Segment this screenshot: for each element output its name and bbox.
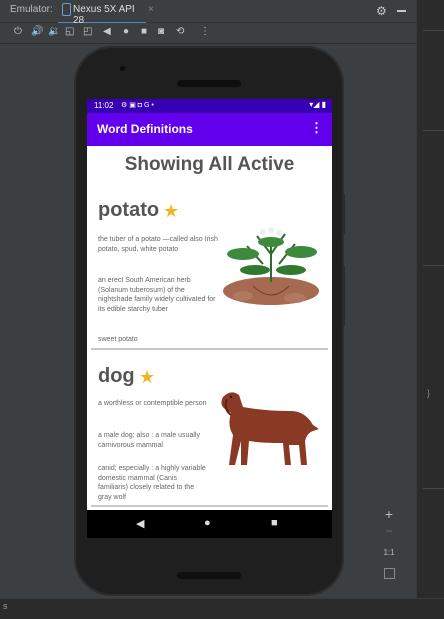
- definition-text: the tuber of a potato —called also Irish…: [98, 236, 218, 253]
- app-title: Word Definitions: [97, 122, 193, 136]
- nav-home-icon[interactable]: ●: [204, 517, 211, 529]
- rotate-right-icon[interactable]: ◰: [83, 26, 92, 37]
- device-tab[interactable]: Nexus 5X API 28 ×: [58, 0, 154, 26]
- status-text: s: [3, 601, 8, 611]
- favorite-star-icon[interactable]: ★: [163, 201, 179, 222]
- potato-plant-image: [213, 224, 325, 312]
- favorite-star-icon[interactable]: ★: [139, 367, 155, 388]
- status-notification-icons: ⚙ ▣ ◘ G •: [121, 102, 154, 109]
- tab-close-icon[interactable]: ×: [148, 4, 154, 15]
- back-icon[interactable]: ◀: [103, 26, 111, 37]
- minimize-icon[interactable]: [397, 10, 406, 12]
- word-title: dog: [98, 365, 135, 387]
- app-bar: Word Definitions ⋮: [87, 113, 332, 146]
- definition-text: a worthless or contemptible person: [98, 400, 207, 407]
- word-card[interactable]: potato ★ the tuber of a potato —called a…: [91, 188, 328, 350]
- zoom-icon[interactable]: ⟲: [176, 26, 184, 37]
- volume-down-icon[interactable]: 🔉: [48, 26, 60, 37]
- settings-gear-icon[interactable]: ⚙: [376, 4, 387, 18]
- android-nav-bar: ◀ ● ■: [87, 510, 332, 538]
- overview-icon[interactable]: ■: [141, 26, 147, 37]
- definition-text: canid; especially : a highly variable do…: [98, 465, 206, 501]
- nav-recents-icon[interactable]: ■: [271, 517, 278, 529]
- android-status-bar: 11:02 ⚙ ▣ ◘ G • ▾◢ ▮: [87, 99, 332, 113]
- dog-illustration-image: [209, 385, 325, 475]
- device-screen: 11:02 ⚙ ▣ ◘ G • ▾◢ ▮ Word Definitions ⋮ …: [87, 99, 332, 538]
- word-title: potato: [98, 199, 160, 221]
- emulator-toolbar: ⏻ 🔊 🔉 ◱ ◰ ◀ ● ■ ◙ ⟲ ⋮: [0, 23, 416, 43]
- volume-side-button[interactable]: [342, 266, 345, 326]
- volume-up-icon[interactable]: 🔊: [31, 26, 43, 37]
- camera-icon[interactable]: ◙: [158, 26, 164, 37]
- definition-text: a male dog; also : a male usually carniv…: [98, 432, 200, 449]
- emulator-tab-bar: Emulator: Nexus 5X API 28 × ⚙: [0, 0, 444, 26]
- zoom-ratio[interactable]: 1:1: [376, 548, 402, 557]
- status-time: 11:02: [94, 101, 114, 110]
- top-speaker: [177, 80, 241, 87]
- power-icon[interactable]: ⏻: [14, 26, 22, 37]
- zoom-in-icon[interactable]: +: [376, 506, 402, 522]
- power-side-button[interactable]: [342, 194, 345, 234]
- phone-icon: [62, 3, 71, 16]
- home-icon[interactable]: ●: [123, 26, 129, 37]
- overflow-menu-icon[interactable]: ⋮: [310, 120, 323, 136]
- nav-back-icon[interactable]: ◀: [136, 517, 144, 530]
- status-signal-battery-icons: ▾◢ ▮: [309, 100, 326, 109]
- definition-text: an erect South American herb (Solanum tu…: [98, 277, 216, 313]
- zoom-out-icon[interactable]: −: [376, 524, 402, 538]
- zoom-controls: + − 1:1: [376, 498, 402, 588]
- bottom-speaker: [177, 572, 241, 579]
- more-icon[interactable]: ⋮: [200, 26, 210, 37]
- editor-gutter: }: [416, 0, 444, 618]
- rotate-left-icon[interactable]: ◱: [65, 26, 74, 37]
- ide-status-bar: s: [0, 598, 444, 619]
- synonym-text: sweet potato: [98, 336, 138, 343]
- word-card[interactable]: dog ★ a worthless or contemptible person…: [91, 361, 328, 507]
- front-camera: [120, 66, 125, 71]
- page-heading: Showing All Active: [124, 154, 295, 175]
- emulator-label: Emulator:: [10, 4, 53, 15]
- fold-marker-icon[interactable]: }: [427, 388, 430, 398]
